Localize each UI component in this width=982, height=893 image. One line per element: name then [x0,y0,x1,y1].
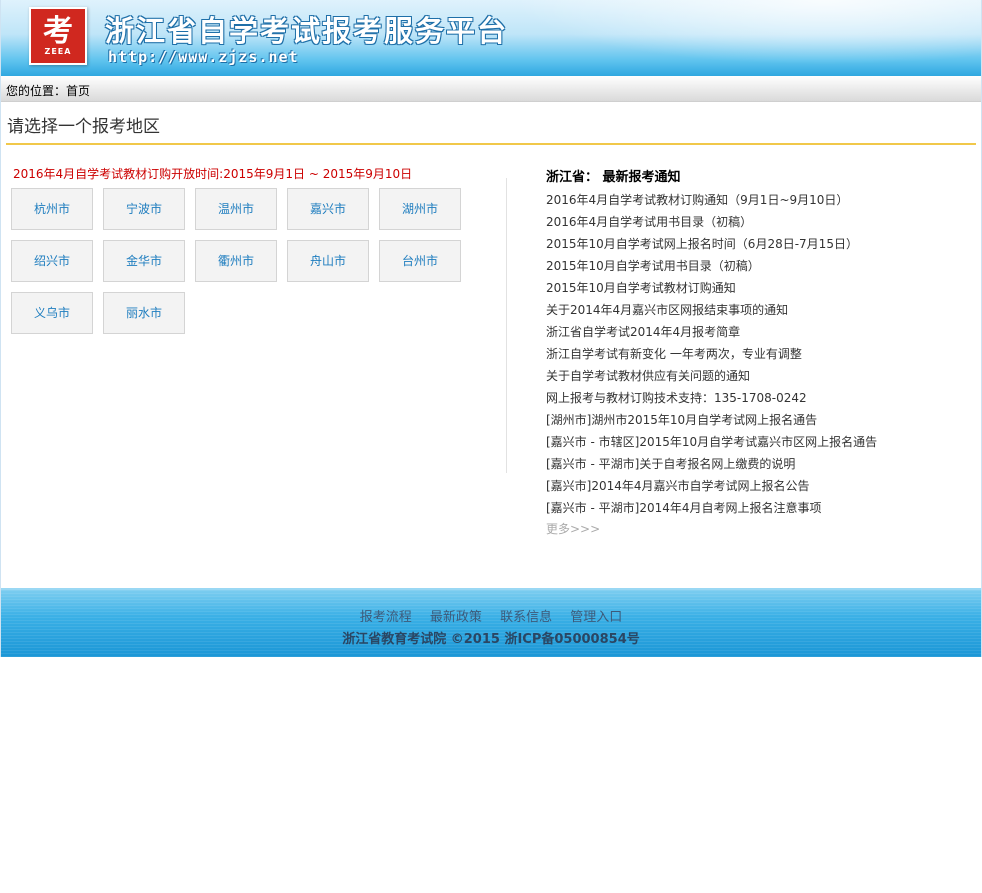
site-title: 浙江省自学考试报考服务平台 [105,14,509,48]
news-heading: 浙江省： 最新报考通知 [546,170,681,185]
city-button-yiwu[interactable]: 义乌市 [11,292,93,334]
footer-link-contact[interactable]: 联系信息 [500,610,552,625]
news-item[interactable]: [湖州市]湖州市2015年10月自学考试网上报名通告 [546,409,877,431]
copyright-text: 浙江省教育考试院 ©2015 浙ICP备05000854号 [342,632,640,647]
news-item[interactable]: [嘉兴市 - 市辖区]2015年10月自学考试嘉兴市区网上报名通告 [546,431,877,453]
more-news-link[interactable]: 更多>>> [546,520,600,537]
city-button-ningbo[interactable]: 宁波市 [103,188,185,230]
column-divider [506,178,507,473]
news-item: 网上报考与教材订购技术支持：135-1708-0242 [546,391,807,405]
zeea-logo[interactable]: 考 ZEEA [29,7,87,65]
news-item[interactable]: 关于2014年4月嘉兴市区网报结束事项的通知 [546,299,877,321]
breadcrumb-home-link[interactable]: 首页 [66,84,90,98]
news-item[interactable]: 浙江自学考试有新变化 一年考两次，专业有调整 [546,343,877,365]
header-decoration [461,0,981,76]
logo-glyph: 考 [43,13,73,49]
breadcrumb: 您的位置：首页 [1,76,981,102]
site-url: http://www.zjzs.net [108,48,299,66]
city-button-huzhou[interactable]: 湖州市 [379,188,461,230]
footer-nav: 报考流程 最新政策 联系信息 管理入口 [1,606,981,625]
textbook-order-notice: 2016年4月自学考试教材订购开放时间:2015年9月1日 ~ 2015年9月1… [13,167,413,181]
city-button-lishui[interactable]: 丽水市 [103,292,185,334]
city-button-jinhua[interactable]: 金华市 [103,240,185,282]
news-item[interactable]: 2016年4月自学考试教材订购通知（9月1日~9月10日） [546,189,877,211]
city-button-zhoushan[interactable]: 舟山市 [287,240,369,282]
news-item[interactable]: 2015年10月自学考试用书目录（初稿） [546,255,877,277]
city-button-shaoxing[interactable]: 绍兴市 [11,240,93,282]
footer-link-process[interactable]: 报考流程 [360,610,412,625]
news-item[interactable]: [嘉兴市]2014年4月嘉兴市自学考试网上报名公告 [546,475,877,497]
city-button-wenzhou[interactable]: 温州市 [195,188,277,230]
site-footer: 报考流程 最新政策 联系信息 管理入口 浙江省教育考试院 ©2015 浙ICP备… [1,588,981,657]
news-item[interactable]: 2015年10月自学考试网上报名时间（6月28日-7月15日） [546,233,877,255]
city-button-jiaxing[interactable]: 嘉兴市 [287,188,369,230]
news-item[interactable]: 浙江省自学考试2014年4月报考简章 [546,321,877,343]
section-divider [6,143,976,145]
logo-abbr: ZEEA [44,46,72,56]
city-button-hangzhou[interactable]: 杭州市 [11,188,93,230]
section-title: 请选择一个报考地区 [7,117,160,137]
site-header: 考 ZEEA 浙江省自学考试报考服务平台 http://www.zjzs.net [1,0,981,76]
news-item[interactable]: 关于自学考试教材供应有关问题的通知 [546,365,877,387]
news-list: 2016年4月自学考试教材订购通知（9月1日~9月10日） 2016年4月自学考… [546,189,877,519]
footer-link-admin[interactable]: 管理入口 [570,610,622,625]
city-button-quzhou[interactable]: 衢州市 [195,240,277,282]
news-item[interactable]: 2016年4月自学考试用书目录（初稿） [546,211,877,233]
city-button-taizhou[interactable]: 台州市 [379,240,461,282]
breadcrumb-prefix: 您的位置： [6,84,67,98]
news-item[interactable]: 2015年10月自学考试教材订购通知 [546,277,877,299]
news-item[interactable]: [嘉兴市 - 平湖市]2014年4月自考网上报名注意事项 [546,497,877,519]
news-item[interactable]: [嘉兴市 - 平湖市]关于自考报名网上缴费的说明 [546,453,877,475]
footer-link-policy[interactable]: 最新政策 [430,610,482,625]
